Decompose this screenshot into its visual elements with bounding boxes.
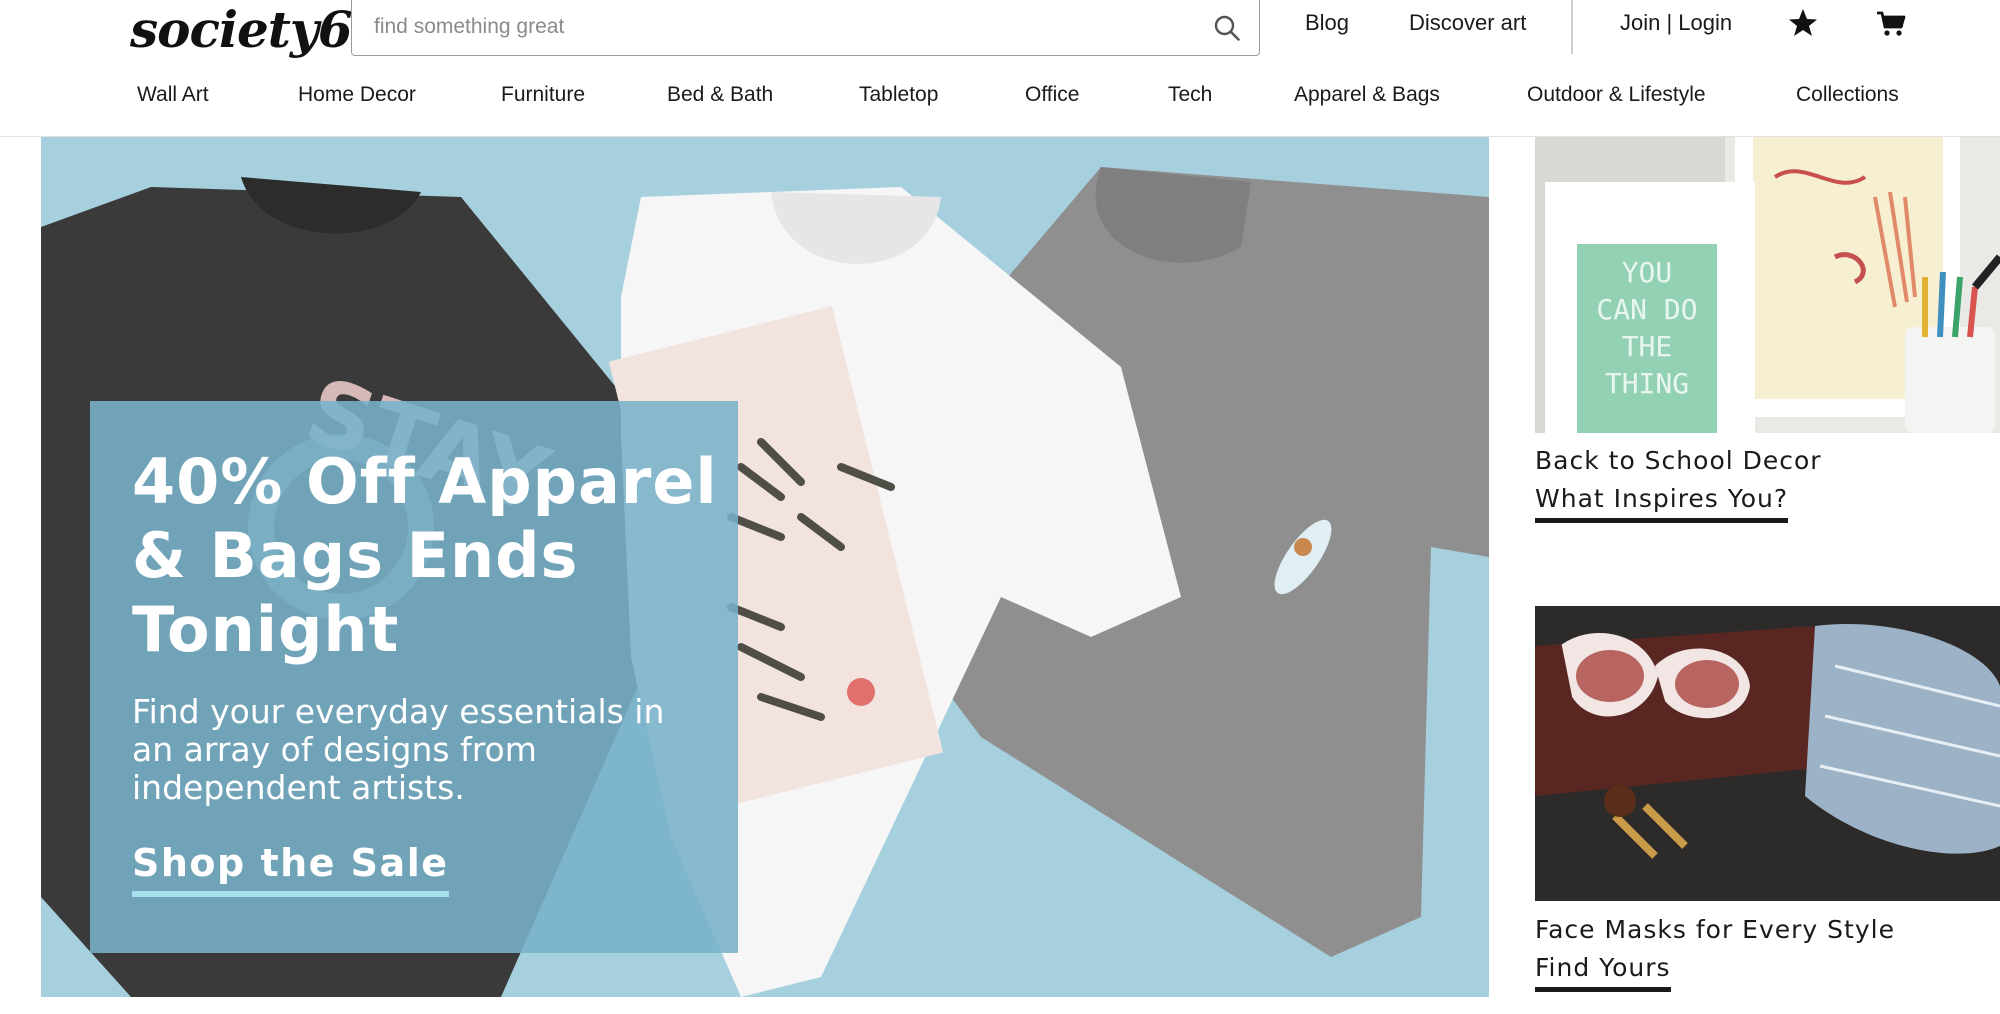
nav-item-apparel-bags[interactable]: Apparel & Bags: [1294, 83, 1440, 107]
card-image-masks[interactable]: [1535, 606, 2000, 901]
nav-item-home-decor[interactable]: Home Decor: [298, 83, 416, 107]
card-back-to-school[interactable]: YOU CAN DO THE THING Back to School Deco…: [1535, 137, 2000, 537]
poster-text-line-4: THING: [1605, 367, 1689, 400]
blog-link[interactable]: Blog: [1305, 10, 1349, 36]
join-login-link[interactable]: Join | Login: [1620, 10, 1732, 36]
card-title: Face Masks for Every Style: [1535, 915, 1895, 944]
poster-text-line-2: CAN DO: [1596, 293, 1697, 326]
nav-item-outdoor[interactable]: Outdoor & Lifestyle: [1527, 83, 1706, 107]
poster-text-line-1: YOU: [1622, 256, 1673, 289]
nav-item-wall-art[interactable]: Wall Art: [137, 83, 209, 107]
nav-item-collections[interactable]: Collections: [1796, 83, 1899, 107]
hero-banner[interactable]: STAY 40% Off Apparel & Bags Ends Tonight…: [41, 137, 1489, 997]
header-divider: [1571, 0, 1573, 54]
promo-panel: 40% Off Apparel & Bags Ends Tonight Find…: [90, 401, 738, 953]
promo-title: 40% Off Apparel & Bags Ends Tonight: [132, 445, 718, 666]
card-link-what-inspires[interactable]: What Inspires You?: [1535, 484, 1789, 523]
search-icon[interactable]: [1213, 14, 1241, 42]
logo[interactable]: society6: [130, 0, 353, 59]
card-title: Back to School Decor: [1535, 446, 1822, 475]
category-nav: Wall Art Home Decor Furniture Bed & Bath…: [0, 80, 2000, 120]
poster-text-line-3: THE: [1622, 330, 1673, 363]
star-icon[interactable]: [1786, 6, 1820, 40]
card-link-find-yours[interactable]: Find Yours: [1535, 953, 1671, 992]
card-face-masks[interactable]: Face Masks for Every Style Find Yours: [1535, 606, 2000, 1006]
shop-sale-link[interactable]: Shop the Sale: [132, 841, 449, 897]
promo-subtitle: Find your everyday essentials in an arra…: [132, 692, 665, 807]
nav-item-office[interactable]: Office: [1025, 83, 1079, 107]
discover-art-link[interactable]: Discover art: [1409, 10, 1526, 36]
site-header: society6 Blog Discover art Join | Login …: [0, 0, 2000, 137]
nav-item-tabletop[interactable]: Tabletop: [859, 83, 938, 107]
card-image-decor[interactable]: YOU CAN DO THE THING: [1535, 137, 2000, 433]
search-input[interactable]: [374, 0, 1194, 54]
search-bar[interactable]: [351, 0, 1260, 56]
nav-item-furniture[interactable]: Furniture: [501, 83, 585, 107]
nav-item-bed-bath[interactable]: Bed & Bath: [667, 83, 773, 107]
nav-item-tech[interactable]: Tech: [1168, 83, 1212, 107]
cart-icon[interactable]: [1874, 6, 1908, 40]
